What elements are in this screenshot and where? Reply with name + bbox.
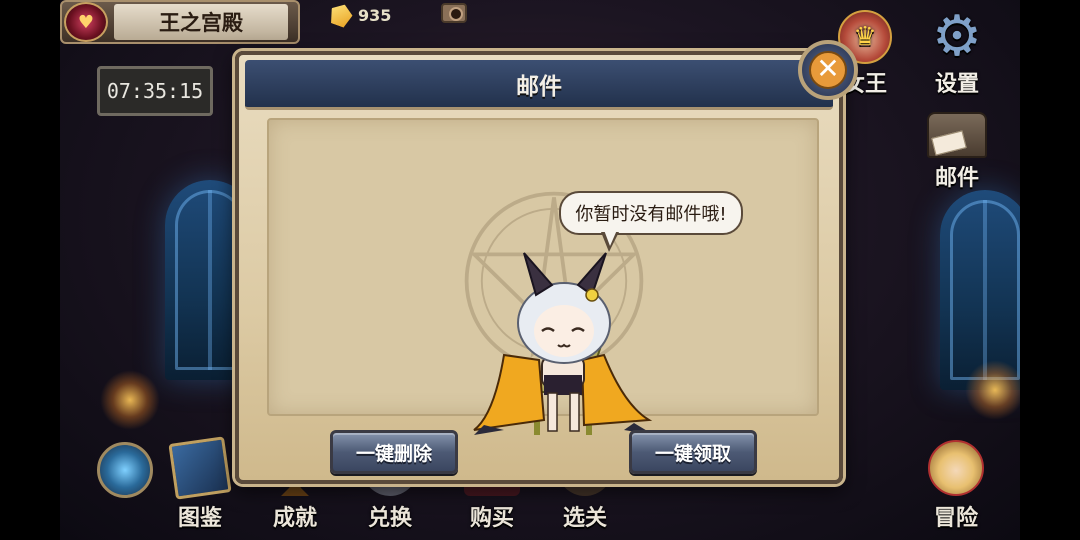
gear-icon: ⚙ <box>931 4 983 69</box>
mailbox-icon <box>927 112 987 158</box>
heart-crest-icon: ♥ <box>64 2 108 42</box>
location-plate: ♥ 王之宫殿 <box>60 0 300 44</box>
bottom-item-label: 选关 <box>562 506 607 531</box>
gem-counter: 935 <box>330 4 391 26</box>
mail-dialog: 邮件 你暂时没有邮件哦! 一键删除 一键领取 <box>235 51 843 484</box>
camera-icon[interactable] <box>441 3 467 23</box>
delete-all-button[interactable]: 一键删除 <box>330 430 458 474</box>
bottom-item-label: 购买 <box>469 506 514 531</box>
mail-dialog-header: 邮件 <box>245 60 833 110</box>
sleeping-character-illustration <box>473 252 654 435</box>
adventure-avatar-icon <box>928 440 984 496</box>
bottom-item-label: 冒险 <box>933 506 978 531</box>
mail-dialog-title: 邮件 <box>516 73 562 100</box>
candle-glow-left <box>100 370 160 430</box>
letterbox-right <box>1020 0 1080 540</box>
stained-glass-window-right <box>940 190 1020 390</box>
game-clock: 07:35:15 <box>97 66 213 116</box>
gem-icon <box>327 1 355 29</box>
speech-bubble-tail-inner <box>604 230 617 246</box>
settings-button[interactable]: ⚙ 设置 <box>912 4 1002 98</box>
close-icon: ✕ <box>809 51 847 89</box>
mail-button[interactable]: 邮件 <box>912 112 1002 192</box>
claim-all-button[interactable]: 一键领取 <box>629 430 757 474</box>
bottom-item-label: 兑换 <box>367 506 412 531</box>
mail-label: 邮件 <box>934 166 979 191</box>
bottom-item-label: 图鉴 <box>177 506 222 531</box>
book-icon <box>168 436 232 500</box>
settings-label: 设置 <box>934 72 979 97</box>
bottom-item-label: 成就 <box>272 506 317 531</box>
location-label: 王之宫殿 <box>114 4 288 40</box>
letterbox-left <box>0 0 60 540</box>
empty-mail-message: 你暂时没有邮件哦! <box>559 191 743 235</box>
bottom-item-adventure[interactable]: 冒险 <box>911 440 1001 532</box>
bottom-item-collection[interactable]: 图鉴 <box>155 436 245 532</box>
close-button[interactable]: ✕ <box>798 40 858 100</box>
candle-glow-right <box>965 360 1020 420</box>
mail-content-panel: 你暂时没有邮件哦! <box>267 118 819 435</box>
compass-icon <box>97 442 153 498</box>
gem-count: 935 <box>358 5 392 25</box>
